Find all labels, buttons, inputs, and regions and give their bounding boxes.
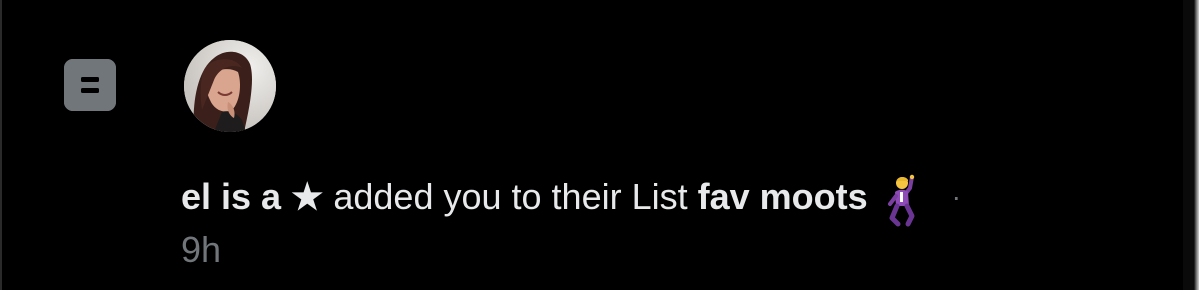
avatar[interactable]: [184, 40, 276, 132]
window-right-edge: [1183, 0, 1199, 290]
avatar-photo: [184, 40, 276, 132]
man-dancing-emoji-icon: [886, 174, 926, 228]
action-text: added you to their List: [333, 176, 688, 217]
notification-message[interactable]: el is a ★ added you to their List fav mo…: [181, 170, 961, 227]
list-name[interactable]: fav moots: [698, 172, 868, 222]
list-icon: [64, 59, 116, 111]
timestamp: 9h: [181, 229, 222, 270]
notification-item[interactable]: el is a ★ added you to their List fav mo…: [0, 0, 1183, 290]
actor-name[interactable]: el is a ★: [181, 172, 323, 222]
separator-dot: ·: [951, 181, 961, 212]
